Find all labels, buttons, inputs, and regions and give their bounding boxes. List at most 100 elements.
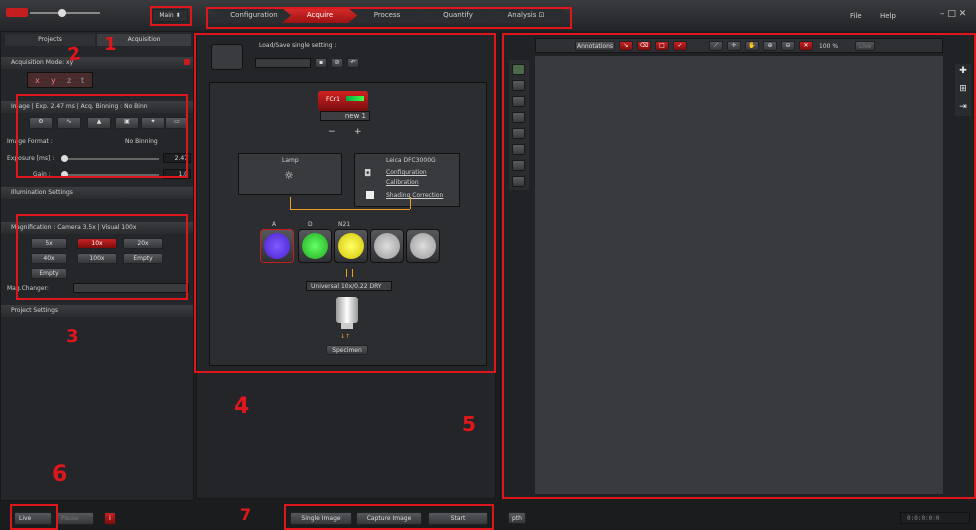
pause-button[interactable]: Pause [56,512,94,525]
exposure-field[interactable]: 2.47 [163,153,191,163]
camera-label: Leica DFC3000G [386,157,436,164]
minus-icon[interactable]: − [328,127,336,137]
capture-image-button[interactable]: Capture Image [356,512,422,525]
info-button[interactable]: i [104,512,116,525]
filter-d-indicator [302,233,328,259]
live-view-button[interactable]: Live [855,41,875,51]
contrast-icon[interactable] [512,160,525,171]
minimize-icon[interactable]: – [940,9,945,19]
pointer-icon[interactable]: ↘ [619,41,633,51]
unlock-icon[interactable] [211,44,243,70]
star-icon[interactable]: ✦ [141,117,165,129]
fcr-select[interactable]: new 1 [320,111,370,121]
filter-empty-button-2[interactable] [406,229,440,263]
path-button[interactable]: pth [508,512,526,524]
gain-slider[interactable] [63,174,159,176]
mag-changer-select[interactable] [73,283,189,293]
axis-z[interactable]: z [67,76,71,85]
tab-acquire[interactable]: Acquire [282,8,358,23]
camera-icon[interactable]: ▣ [115,117,139,129]
gain-field[interactable]: 1.0 [163,169,191,179]
axis-t[interactable]: t [81,76,84,85]
tab-process[interactable]: Process [348,8,426,23]
annotation-3: 3 [66,326,79,347]
annotations-button[interactable]: Annotations [575,41,615,51]
undo-icon[interactable]: ↶ [347,58,359,68]
trash-icon[interactable]: ⌫ [637,41,651,51]
text-icon[interactable] [512,128,525,139]
filter-empty-button-1[interactable] [370,229,404,263]
zoom-in-icon[interactable]: ⊕ [763,41,777,51]
image-canvas[interactable] [535,56,943,494]
rectangle-icon[interactable]: □ [655,41,669,51]
start-button[interactable]: Start [428,512,488,525]
annotation-6: 6 [52,462,68,487]
exposure-slider[interactable] [63,158,159,160]
filter-d-button[interactable] [298,229,332,263]
mountain-icon[interactable]: ▲ [87,117,111,129]
filter-label-n21: N21 [338,221,351,228]
mag-10x-button[interactable]: 10x [77,238,117,249]
specimen-button[interactable]: Specimen [326,345,368,355]
single-image-button[interactable]: Single Image [290,512,352,525]
axis-x[interactable]: x [35,76,40,85]
slider-knob[interactable] [58,9,66,17]
project-settings-header[interactable]: Project Settings [1,305,193,317]
close-icon[interactable]: ✕ [959,9,967,19]
filter-a-button[interactable] [260,229,294,263]
mag-100x-button[interactable]: 100x [77,253,117,264]
window-controls[interactable]: – □ ✕ [940,9,966,19]
top-bar: Main ⬍ Configuration Acquire Process Qua… [0,0,976,31]
histogram-icon[interactable]: ∿ [57,117,81,129]
tile-icon[interactable]: ⊞ [957,84,969,96]
filter-n21-button[interactable] [334,229,368,263]
export-icon[interactable]: ⇥ [957,102,969,114]
save-icon[interactable]: ▪ [315,58,327,68]
objective-select[interactable]: Universal 10x/0.22 DRY [306,281,392,291]
help-menu[interactable]: Help [880,12,896,20]
tab-projects[interactable]: Projects [5,34,95,46]
grid-icon[interactable] [512,96,525,107]
setting-select[interactable] [255,58,311,68]
exposure-slider-knob[interactable] [61,155,68,162]
mag-20x-button[interactable]: 20x [123,238,163,249]
histogram-view-icon[interactable] [512,176,525,187]
display-icon[interactable]: ▭ [165,117,189,129]
shading-link[interactable]: Shading Correction [386,192,443,199]
add-icon[interactable]: ✚ [957,66,969,78]
check-icon[interactable]: ✓ [673,41,687,51]
acquisition-mode-header[interactable]: Acquisition Mode: xy [1,57,193,69]
image-header[interactable]: Image | Exp. 2.47 ms | Acq. Binning : No… [1,101,193,113]
illumination-header[interactable]: Illumination Settings [1,187,193,199]
layers-icon[interactable] [512,112,525,123]
restore-icon[interactable]: □ [947,9,956,19]
tab-quantify[interactable]: Quantify [418,8,498,23]
zoom-out-icon[interactable]: ⊖ [781,41,795,51]
magnification-header[interactable]: Magnification : Camera 3.5x | Visual 100… [1,222,193,234]
main-dropdown[interactable]: Main ⬍ [152,9,188,22]
fit-icon[interactable]: ✕ [799,41,813,51]
mag-empty-button-2[interactable]: Empty [31,268,67,279]
overlay-icon[interactable] [512,80,525,91]
mag-changer-label: Mag.Changer: [7,285,49,292]
calibration-link[interactable]: Calibration [386,179,419,186]
image-format-value[interactable]: No Binning [125,138,158,145]
mag-40x-button[interactable]: 40x [31,253,67,264]
file-menu[interactable]: File [850,12,862,20]
configuration-link[interactable]: Configuration [386,169,427,176]
mag-empty-button-1[interactable]: Empty [123,253,163,264]
tab-analysis[interactable]: Analysis ⊡ [490,8,562,23]
mag-5x-button[interactable]: 5x [31,238,67,249]
settings-icon[interactable]: ⚙ [29,117,53,129]
hand-icon[interactable]: ✋ [745,41,759,51]
color-channel-icon[interactable] [512,64,525,75]
plus-icon[interactable]: + [354,127,362,137]
axis-y[interactable]: y [51,76,56,85]
gain-slider-knob[interactable] [61,171,68,178]
light-path-diagram: FCr1 new 1 − + Lamp ☼ Leica DFC3000G ◘ C… [209,82,487,366]
live-button[interactable]: Live [14,512,52,525]
delete-icon[interactable]: ⊘ [331,58,343,68]
measure-icon[interactable]: ⟋ [709,41,723,51]
scalebar-icon[interactable] [512,144,525,155]
crosshair-icon[interactable]: ✛ [727,41,741,51]
